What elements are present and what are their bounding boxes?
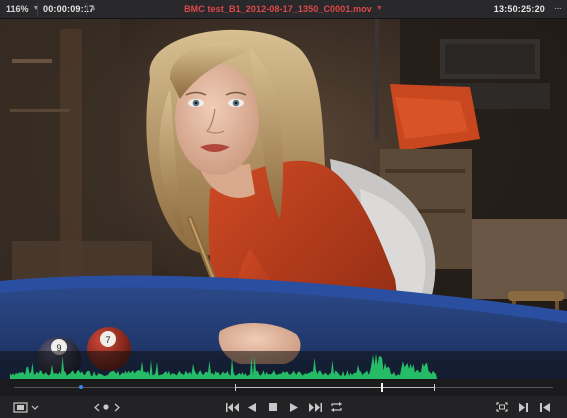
play-button[interactable]	[288, 401, 300, 413]
scrub-bar[interactable]	[0, 379, 567, 396]
monitor-icon	[13, 401, 39, 413]
first-frame-button[interactable]	[225, 401, 239, 413]
more-options-icon[interactable]: ···	[554, 0, 562, 18]
transport-toolbar	[0, 396, 567, 418]
clip-name-dropdown[interactable]: BMC test_B1_2012-08-17_1350_C0001.mov ▼	[0, 0, 567, 18]
loop-icon	[330, 402, 342, 412]
out-point-icon	[540, 402, 550, 412]
dot-icon	[103, 404, 109, 410]
stop-button[interactable]	[267, 401, 279, 413]
in-out-range	[234, 387, 435, 388]
chevron-left-icon	[94, 403, 100, 411]
viewer-options-button[interactable]	[12, 401, 40, 413]
next-clip-button[interactable]	[112, 401, 122, 413]
match-frame-button[interactable]	[518, 401, 530, 413]
clip-name: BMC test_B1_2012-08-17_1350_C0001.mov	[184, 4, 372, 14]
source-timecode[interactable]: 13:50:25:20	[494, 0, 545, 18]
play-icon	[290, 402, 298, 412]
skip-back-icon	[225, 402, 239, 412]
viewer-header: 116% ▼ 00:00:09:17 ● BMC test_B1_2012-08…	[0, 0, 567, 19]
match-frame-icon	[519, 402, 528, 412]
play-reverse-button[interactable]	[246, 401, 258, 413]
skip-forward-icon	[308, 402, 322, 412]
video-viewer[interactable]: 9 7	[0, 19, 567, 379]
marker-dot[interactable]	[78, 385, 83, 389]
out-point-marker[interactable]	[434, 384, 436, 391]
fullscreen-button[interactable]	[495, 401, 509, 413]
prev-clip-button[interactable]	[92, 401, 102, 413]
chevron-right-icon	[114, 403, 120, 411]
play-reverse-icon	[248, 402, 256, 412]
in-point-marker[interactable]	[234, 384, 236, 391]
playhead[interactable]	[380, 383, 383, 392]
out-point-button[interactable]	[539, 401, 551, 413]
video-frame: 9 7	[0, 19, 567, 379]
last-frame-button[interactable]	[308, 401, 322, 413]
clip-position-dot[interactable]	[102, 401, 110, 413]
fullscreen-icon	[496, 402, 508, 412]
chevron-down-icon: ▼	[375, 5, 383, 12]
stop-icon	[269, 403, 277, 411]
loop-button[interactable]	[329, 401, 343, 413]
ball-7-label: 7	[105, 335, 110, 345]
